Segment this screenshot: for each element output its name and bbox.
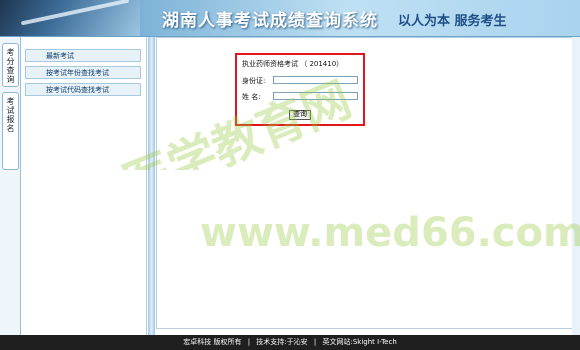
query-button[interactable]: 查询 — [289, 110, 311, 120]
sidebar: 最新考试 按考试年份查找考试 按考试代码查找考试 — [21, 37, 147, 335]
footer-separator: | — [247, 338, 251, 346]
right-strip — [572, 37, 580, 335]
name-input[interactable] — [273, 92, 358, 100]
footer-english-site[interactable]: 英文网站:Skight I-Tech — [322, 338, 396, 346]
sidebar-item-find-by-code[interactable]: 按考试代码查找考试 — [25, 83, 141, 96]
main-content: 执业药师资格考试 （ 201410） 身份证: 姓 名: 查询 — [156, 37, 573, 329]
id-number-input[interactable] — [273, 76, 358, 84]
tab-score-query[interactable]: 考分查询 — [2, 43, 19, 87]
tab-exam-registration[interactable]: 考试报名 — [2, 92, 19, 170]
sidebar-item-latest-exams[interactable]: 最新考试 — [25, 49, 141, 62]
header-banner: 湖南人事考试成绩查询系统 以人为本 服务考生 — [0, 0, 580, 37]
footer: 宏卓科技 版权所有 | 技术支持:于沁安 | 英文网站:Skight I-Tec… — [0, 335, 580, 350]
footer-support: 技术支持:于沁安 — [256, 338, 308, 346]
query-form: 执业药师资格考试 （ 201410） 身份证: 姓 名: 查询 — [235, 53, 365, 126]
exam-title: 执业药师资格考试 （ 201410） — [242, 60, 344, 68]
panel-divider[interactable] — [148, 37, 155, 335]
name-label: 姓 名: — [242, 93, 261, 101]
header-slogan: 以人为本 服务考生 — [398, 14, 507, 29]
footer-company: 宏卓科技 版权所有 — [183, 338, 242, 346]
id-number-label: 身份证: — [242, 77, 266, 85]
page-title: 湖南人事考试成绩查询系统 — [162, 11, 378, 31]
footer-separator: | — [313, 338, 317, 346]
sidebar-item-find-by-year[interactable]: 按考试年份查找考试 — [25, 66, 141, 79]
vertical-tab-bar: 考分查询 考试报名 — [0, 37, 21, 335]
pen-graphic — [0, 0, 140, 36]
